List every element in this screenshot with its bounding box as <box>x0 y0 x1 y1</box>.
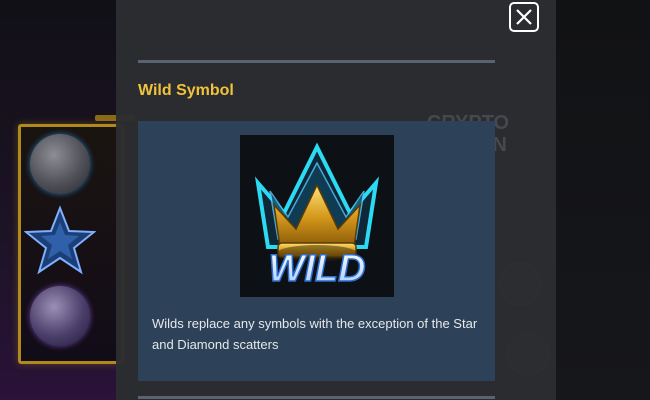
wild-crown-icon: WILD <box>240 135 394 297</box>
close-icon[interactable] <box>514 7 534 27</box>
right-side-panel <box>440 0 650 400</box>
wild-label: WILD <box>268 248 365 290</box>
silver-coin-symbol <box>30 134 90 194</box>
section-title: Wild Symbol <box>138 82 234 99</box>
close-button[interactable] <box>509 2 539 32</box>
wild-symbol-image: WILD <box>240 135 394 297</box>
purple-coin-symbol <box>30 286 90 346</box>
bottom-divider <box>138 396 495 399</box>
top-divider <box>138 60 495 63</box>
symbol-description: Wilds replace any symbols with the excep… <box>152 316 478 352</box>
blue-star-symbol <box>24 205 96 275</box>
